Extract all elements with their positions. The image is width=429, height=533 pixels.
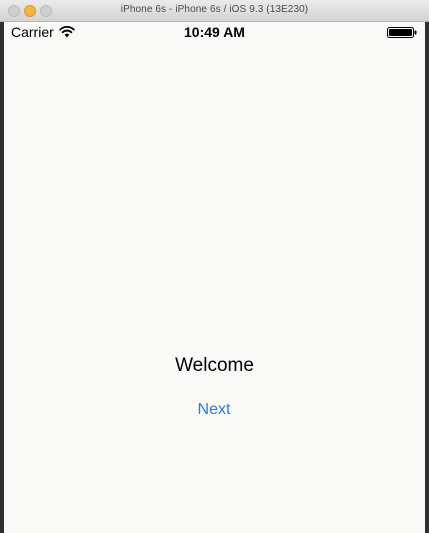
simulator-window: iPhone 6s - iPhone 6s / iOS 9.3 (13E230)… bbox=[0, 0, 429, 533]
device-screen: Carrier 10:49 AM Welcome Next bbox=[4, 22, 425, 533]
next-button[interactable]: Next bbox=[174, 398, 254, 422]
welcome-label: Welcome bbox=[175, 355, 254, 376]
window-title: iPhone 6s - iPhone 6s / iOS 9.3 (13E230) bbox=[120, 4, 309, 15]
status-time: 10:49 AM bbox=[184, 24, 245, 40]
status-bar: Carrier 10:49 AM bbox=[4, 22, 425, 42]
battery-icon bbox=[387, 27, 417, 38]
window-titlebar[interactable]: iPhone 6s - iPhone 6s / iOS 9.3 (13E230) bbox=[0, 0, 429, 22]
